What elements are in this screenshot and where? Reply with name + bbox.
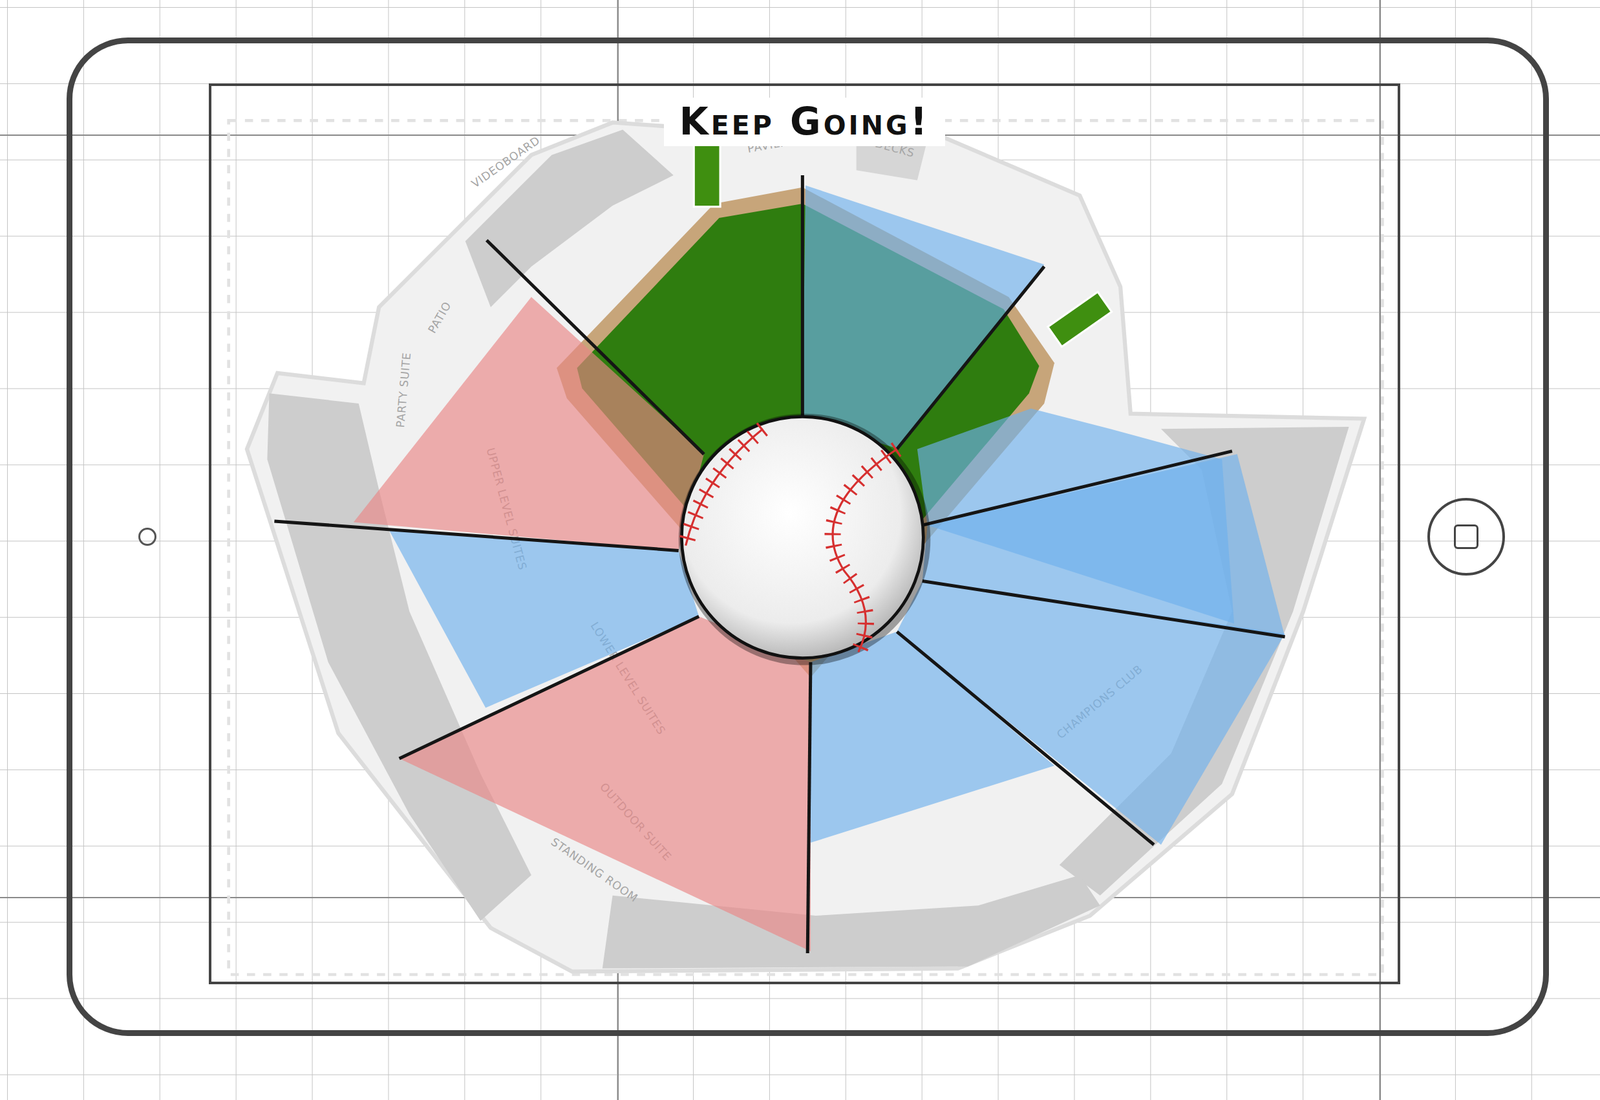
divider-line (486, 239, 704, 454)
divider-line (274, 521, 679, 551)
home-button[interactable] (1427, 497, 1505, 576)
tablet-screen: VIDEOBOARDPAVILIONDECKSPATIOPARTY SUITEU… (208, 83, 1401, 984)
map-label: PARTY SUITE (393, 351, 414, 428)
screen-title: Keep Going! (663, 97, 946, 147)
divider-line (922, 451, 1233, 526)
bullpen-left (693, 139, 721, 207)
tablet-frame: VIDEOBOARDPAVILIONDECKSPATIOPARTY SUITEU… (66, 37, 1549, 1036)
divider-line (922, 580, 1286, 637)
stadium-map: VIDEOBOARDPAVILIONDECKSPATIOPARTY SUITEU… (211, 85, 1398, 982)
wireframe-canvas: VIDEOBOARDPAVILIONDECKSPATIOPARTY SUITEU… (0, 0, 1600, 1100)
divider-line (800, 175, 805, 419)
section-wedge[interactable] (353, 296, 704, 551)
divider-line (896, 631, 1154, 845)
section-wedge[interactable] (399, 616, 811, 951)
map-label: VIDEOBOARD (469, 133, 543, 191)
divider-line (896, 266, 1045, 449)
baseball-icon[interactable] (678, 413, 931, 666)
section-wedge[interactable] (810, 631, 1055, 843)
bullpen-right (1047, 291, 1112, 347)
section-wedge[interactable] (389, 530, 699, 708)
home-square-icon (1453, 524, 1479, 549)
map-label: PATIO (425, 299, 454, 336)
section-wedge[interactable] (802, 185, 1045, 450)
divider-line (399, 616, 699, 759)
divider-line (807, 661, 811, 953)
stadium-outline (246, 122, 1365, 971)
seating-bottom (602, 874, 1101, 968)
safe-area (228, 120, 1383, 975)
camera-icon (138, 527, 157, 546)
